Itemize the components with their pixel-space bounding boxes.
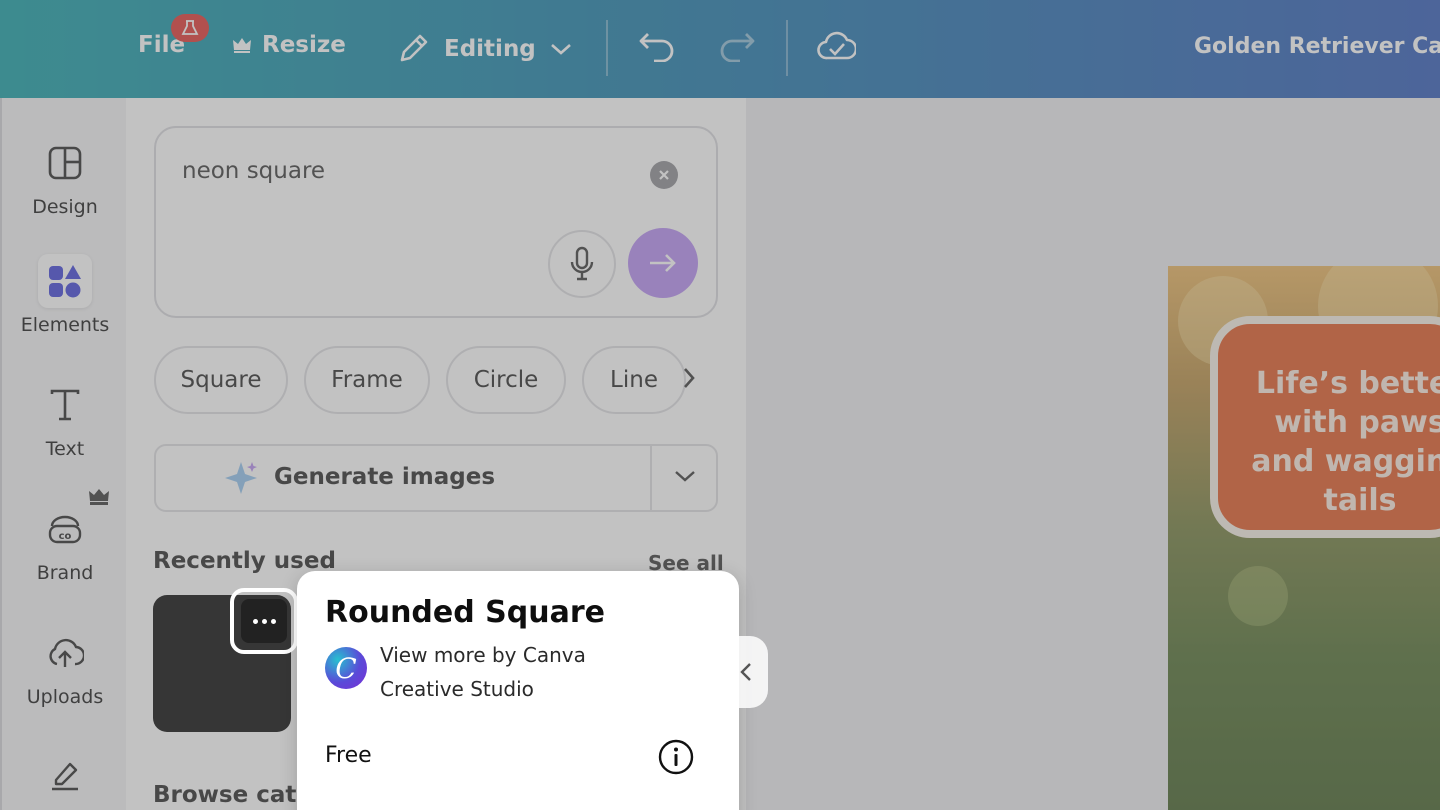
collapse-panel-button[interactable] — [724, 636, 768, 708]
dot — [261, 618, 267, 624]
element-info-popover: Rounded Square C View more by Canva Crea… — [297, 571, 739, 810]
dot — [270, 618, 276, 624]
chevron-left-icon — [740, 663, 751, 681]
element-title: Rounded Square — [325, 595, 605, 630]
info-icon — [658, 739, 694, 775]
dot — [252, 618, 258, 624]
info-button[interactable] — [658, 739, 694, 775]
creator-avatar[interactable]: C — [325, 647, 367, 689]
price-label: Free — [325, 743, 372, 768]
more-options-button[interactable] — [241, 599, 287, 643]
view-more-by-creator-link[interactable]: View more by Canva Creative Studio — [369, 634, 682, 712]
